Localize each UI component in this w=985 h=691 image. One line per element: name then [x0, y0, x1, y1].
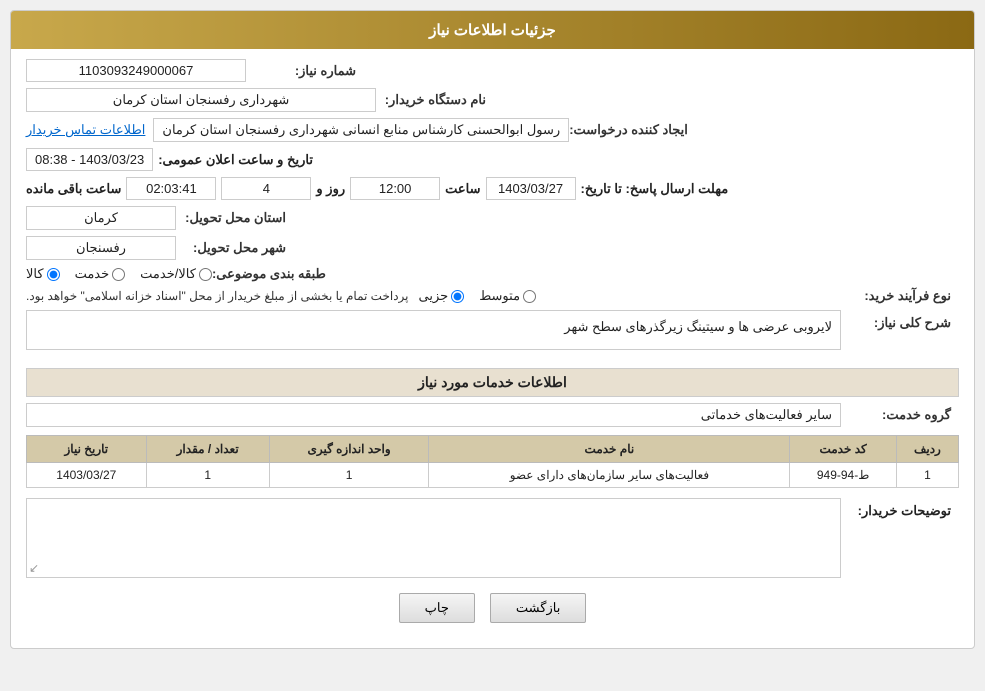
purchase-type-radio-group: متوسط جزیی: [419, 288, 537, 304]
table-cell-name: فعالیت‌های سایر سازمان‌های دارای عضو: [429, 463, 790, 488]
service-group-value: سایر فعالیت‌های خدماتی: [26, 403, 841, 427]
print-button[interactable]: چاپ: [399, 593, 475, 623]
purchase-note-wrapper: پرداخت تمام یا بخشی از مبلغ خریدار از مح…: [26, 289, 409, 303]
notes-row: توضیحات خریدار:: [26, 498, 959, 578]
col-header-service-code: کد خدمت: [790, 436, 896, 463]
creator-row: ایجاد کننده درخواست: رسول ابوالحسنی کارش…: [26, 118, 959, 142]
response-time: 12:00: [350, 177, 440, 200]
response-days: 4: [221, 177, 311, 200]
table-header-row: ردیف کد خدمت نام خدمت واحد اندازه گیری ت…: [27, 436, 959, 463]
buyer-org-value: شهرداری رفسنجان استان کرمان: [26, 88, 376, 112]
response-days-label: روز و: [316, 181, 345, 197]
table-row: 1ط-94-949فعالیت‌های سایر سازمان‌های دارا…: [27, 463, 959, 488]
notes-box: [26, 498, 841, 578]
table-cell-row: 1: [896, 463, 958, 488]
response-date: 1403/03/27: [486, 177, 576, 200]
category-radio-goods[interactable]: [47, 268, 60, 281]
category-option-service: خدمت: [75, 266, 126, 282]
delivery-province-value: کرمان: [26, 206, 176, 230]
creator-label: ایجاد کننده درخواست:: [569, 122, 688, 138]
back-button[interactable]: بازگشت: [490, 593, 586, 623]
col-header-unit: واحد اندازه گیری: [269, 436, 429, 463]
announce-date-row: تاریخ و ساعت اعلان عمومی: 1403/03/23 - 0…: [26, 148, 959, 171]
delivery-city-label: شهر محل تحویل:: [176, 240, 286, 256]
service-group-label: گروه خدمت:: [841, 407, 951, 423]
announce-date-value: 1403/03/23 - 08:38: [26, 148, 153, 171]
buyer-org-label: نام دستگاه خریدار:: [376, 92, 486, 108]
need-number-label: شماره نیاز:: [246, 63, 356, 79]
delivery-province-label: استان محل تحویل:: [176, 210, 286, 226]
delivery-province-row: استان محل تحویل: کرمان: [26, 206, 959, 230]
need-number-value: 1103093249000067: [26, 59, 246, 82]
purchase-radio-partial[interactable]: [451, 290, 464, 303]
category-label-service-goods: کالا/خدمت: [140, 266, 196, 282]
category-option-service-goods: کالا/خدمت: [140, 266, 212, 282]
category-option-goods: کالا: [26, 266, 60, 282]
purchase-radio-medium[interactable]: [523, 290, 536, 303]
main-card: جزئیات اطلاعات نیاز شماره نیاز: 11030932…: [10, 10, 975, 649]
response-time-label: ساعت: [445, 181, 480, 197]
delivery-city-value: رفسنجان: [26, 236, 176, 260]
table-cell-date: 1403/03/27: [27, 463, 147, 488]
category-radio-service-goods[interactable]: [199, 268, 212, 281]
purchase-label-medium: متوسط: [479, 288, 520, 304]
notes-label: توضیحات خریدار:: [841, 498, 951, 519]
table-cell-code: ط-94-949: [790, 463, 896, 488]
response-remaining-label: ساعت باقی مانده: [26, 181, 121, 197]
col-header-service-name: نام خدمت: [429, 436, 790, 463]
response-deadline-row: مهلت ارسال پاسخ: تا تاریخ: 1403/03/27 سا…: [26, 177, 959, 200]
category-label: طبقه بندی موضوعی:: [212, 266, 326, 282]
response-remaining: 02:03:41: [126, 177, 216, 200]
category-label-goods: کالا: [26, 266, 44, 282]
purchase-type-row: نوع فرآیند خرید: پرداخت تمام یا بخشی از …: [26, 288, 959, 304]
table-cell-unit: 1: [269, 463, 429, 488]
response-deadline-label: مهلت ارسال پاسخ: تا تاریخ:: [581, 181, 729, 197]
page-title: جزئیات اطلاعات نیاز: [429, 22, 556, 39]
purchase-type-partial: جزیی: [419, 288, 465, 304]
creator-value: رسول ابوالحسنی کارشناس منابع انسانی شهرد…: [153, 118, 569, 142]
purchase-type-medium: متوسط: [479, 288, 536, 304]
col-header-row-num: ردیف: [896, 436, 958, 463]
description-text: لایروبی عرضی ها و سیتینگ زیرگذرهای سطح ش…: [26, 310, 841, 350]
buyer-org-row: نام دستگاه خریدار: شهرداری رفسنجان استان…: [26, 88, 959, 112]
category-row: طبقه بندی موضوعی: کالا/خدمت خدمت کالا: [26, 266, 959, 282]
card-header: جزئیات اطلاعات نیاز: [11, 11, 974, 49]
button-row: بازگشت چاپ: [26, 593, 959, 638]
table-cell-quantity: 1: [146, 463, 269, 488]
service-group-row: گروه خدمت: سایر فعالیت‌های خدماتی: [26, 403, 959, 427]
col-header-date: تاریخ نیاز: [27, 436, 147, 463]
card-body: شماره نیاز: 1103093249000067 نام دستگاه …: [11, 49, 974, 648]
category-label-service: خدمت: [75, 266, 110, 282]
services-section-header: اطلاعات خدمات مورد نیاز: [26, 368, 959, 397]
services-table-body: 1ط-94-949فعالیت‌های سایر سازمان‌های دارا…: [27, 463, 959, 488]
category-radio-group: کالا/خدمت خدمت کالا: [26, 266, 212, 282]
purchase-note: پرداخت تمام یا بخشی از مبلغ خریدار از مح…: [26, 289, 409, 303]
services-table: ردیف کد خدمت نام خدمت واحد اندازه گیری ت…: [26, 435, 959, 488]
page-wrapper: جزئیات اطلاعات نیاز شماره نیاز: 11030932…: [0, 0, 985, 691]
delivery-city-row: شهر محل تحویل: رفسنجان: [26, 236, 959, 260]
creator-link[interactable]: اطلاعات تماس خریدار: [26, 122, 145, 138]
purchase-label-partial: جزیی: [419, 288, 449, 304]
services-table-container: ردیف کد خدمت نام خدمت واحد اندازه گیری ت…: [26, 435, 959, 488]
description-section: شرح کلی نیاز: لایروبی عرضی ها و سیتینگ ز…: [26, 310, 959, 358]
category-radio-service[interactable]: [112, 268, 125, 281]
purchase-type-label: نوع فرآیند خرید:: [841, 288, 951, 304]
announce-date-label: تاریخ و ساعت اعلان عمومی:: [158, 152, 313, 168]
col-header-quantity: تعداد / مقدار: [146, 436, 269, 463]
description-section-label: شرح کلی نیاز:: [841, 310, 951, 331]
need-number-row: شماره نیاز: 1103093249000067: [26, 59, 959, 82]
